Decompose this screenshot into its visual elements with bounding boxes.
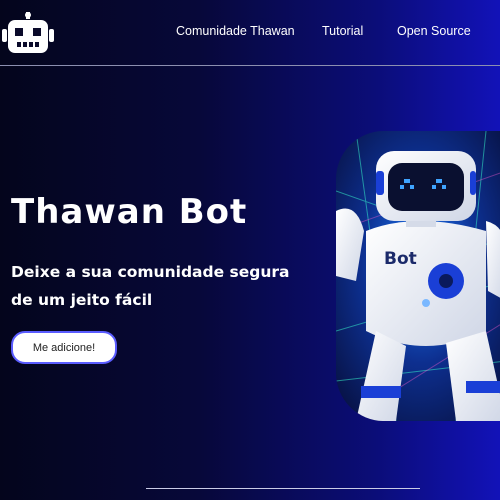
hero-robot-image: Bot xyxy=(336,131,500,421)
nav-link-tutorial[interactable]: Tutorial xyxy=(322,24,363,38)
nav-links: Comunidade Thawan Tutorial Open Source xyxy=(0,24,500,44)
hero-subtitle: Deixe a sua comunidade segura de um jeit… xyxy=(11,263,290,309)
robot-bot-label: Bot xyxy=(384,249,417,269)
add-bot-button[interactable]: Me adicione! xyxy=(11,331,117,364)
section-divider xyxy=(146,488,420,489)
nav-link-open-source[interactable]: Open Source xyxy=(397,24,471,38)
top-navbar: Comunidade Thawan Tutorial Open Source xyxy=(0,0,500,66)
hero-title: Thawan Bot xyxy=(11,192,248,232)
nav-link-comunidade[interactable]: Comunidade Thawan xyxy=(176,24,295,38)
